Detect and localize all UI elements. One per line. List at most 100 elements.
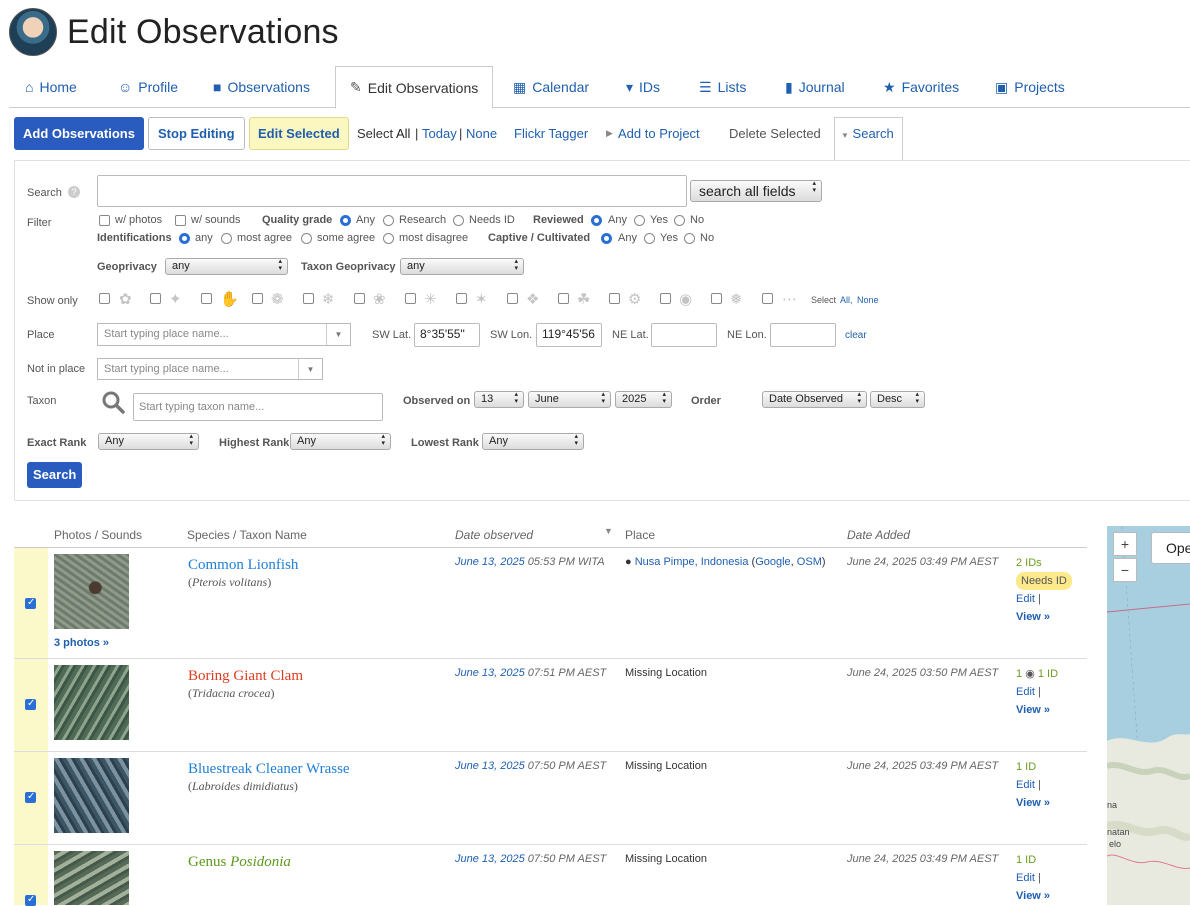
ident-some-agree-radio[interactable] [301, 233, 312, 244]
ids-count[interactable]: 1 ID [1016, 758, 1050, 776]
date-link[interactable]: June 13, 2025 [455, 667, 525, 679]
iconic-amphibians-checkbox[interactable] [303, 293, 314, 304]
row-select-checkbox[interactable] [25, 698, 36, 710]
zoom-out-button[interactable]: − [1113, 558, 1137, 582]
tab-edit-observations[interactable]: ✎ Edit Observations [335, 66, 494, 109]
observation-photo[interactable] [54, 554, 129, 629]
observed-day-select[interactable]: 13 [474, 391, 524, 408]
edit-selected-button[interactable]: Edit Selected [249, 117, 349, 150]
taxon-geoprivacy-select[interactable]: any [400, 258, 524, 275]
tab-journal[interactable]: ▮ Journal [785, 66, 845, 108]
iconic-arachnids-checkbox[interactable] [405, 293, 416, 304]
search-submit-button[interactable]: Search [27, 462, 83, 488]
date-link[interactable]: June 13, 2025 [455, 760, 525, 772]
flickr-tagger-link[interactable]: Flickr Tagger [514, 117, 588, 150]
search-scope-select[interactable]: search all fields [690, 180, 822, 202]
search-input[interactable] [97, 175, 687, 207]
common-name-link[interactable]: Genus Posidonia [188, 854, 291, 871]
quality-research-radio[interactable] [383, 215, 394, 226]
ids-count[interactable]: 1 ID [1016, 851, 1050, 869]
chevron-down-icon[interactable]: ▼ [326, 324, 350, 345]
observed-year-select[interactable]: 2025 [615, 391, 672, 408]
edit-link[interactable]: Edit [1016, 686, 1035, 698]
add-to-project-link[interactable]: Add to Project [618, 117, 700, 150]
taxon-input[interactable]: Start typing taxon name... [133, 393, 383, 421]
observed-month-select[interactable]: June [528, 391, 611, 408]
tab-lists[interactable]: ☰ Lists [699, 66, 746, 108]
row-select-checkbox[interactable] [25, 791, 36, 803]
show-only-all-link[interactable]: All, [840, 295, 853, 305]
captive-no-radio[interactable] [684, 233, 695, 244]
date-link[interactable]: June 13, 2025 [455, 556, 525, 568]
ne-lat-input[interactable] [651, 323, 717, 347]
place-input[interactable]: Start typing place name... ▼ [97, 323, 351, 346]
place-link[interactable]: Nusa Pimpe, Indonesia [635, 556, 749, 568]
tab-home[interactable]: ⌂ Home [25, 66, 77, 108]
edit-link[interactable]: Edit [1016, 872, 1035, 884]
ident-most-agree-radio[interactable] [221, 233, 232, 244]
highest-rank-select[interactable]: Any [290, 433, 391, 450]
iconic-fungi2-checkbox[interactable] [558, 293, 569, 304]
search-toggle-tab[interactable]: ▼ Search [834, 117, 903, 161]
tab-calendar[interactable]: ▦ Calendar [513, 66, 589, 108]
order-direction-select[interactable]: Desc [870, 391, 925, 408]
view-link[interactable]: View » [1016, 797, 1050, 809]
select-none-link[interactable]: None [466, 117, 497, 150]
observations-map[interactable]: + − Ope na natan elo [1107, 526, 1190, 905]
observation-photo[interactable] [54, 758, 129, 833]
iconic-reptiles-checkbox[interactable] [252, 293, 263, 304]
iconic-insects-checkbox[interactable] [456, 293, 467, 304]
view-link[interactable]: View » [1016, 704, 1050, 716]
iconic-mollusks-checkbox[interactable] [660, 293, 671, 304]
ident-any-radio[interactable] [179, 233, 190, 244]
ne-lon-input[interactable] [770, 323, 836, 347]
date-link[interactable]: June 13, 2025 [455, 853, 525, 865]
iconic-fish-checkbox[interactable] [711, 293, 722, 304]
iconic-chromista-checkbox[interactable] [609, 293, 620, 304]
common-name-link[interactable]: Boring Giant Clam [188, 668, 303, 685]
geoprivacy-select[interactable]: any [165, 258, 288, 275]
sw-lon-input[interactable]: 119°45'56 [536, 323, 602, 347]
agree-count[interactable]: 1 [1016, 668, 1022, 680]
iconic-plants-checkbox[interactable] [99, 293, 110, 304]
with-sounds-checkbox[interactable] [175, 215, 186, 226]
captive-yes-radio[interactable] [644, 233, 655, 244]
iconic-unknown-checkbox[interactable] [762, 293, 773, 304]
common-name-link[interactable]: Bluestreak Cleaner Wrasse [188, 761, 350, 778]
zoom-in-button[interactable]: + [1113, 532, 1137, 556]
tab-profile[interactable]: ☺ Profile [118, 66, 178, 108]
open-map-button[interactable]: Ope [1151, 532, 1190, 564]
quality-needs-id-radio[interactable] [453, 215, 464, 226]
stop-editing-button[interactable]: Stop Editing [148, 117, 245, 150]
help-icon[interactable]: ? [68, 186, 80, 198]
photos-count-link[interactable]: 3 photos » [54, 637, 109, 649]
with-photos-checkbox[interactable] [99, 215, 110, 226]
observation-photo[interactable] [54, 665, 129, 740]
row-select-checkbox[interactable] [25, 894, 36, 906]
observation-photo[interactable] [54, 851, 129, 905]
sw-lat-input[interactable]: 8°35'55" [414, 323, 480, 347]
not-in-place-input[interactable]: Start typing place name... ▼ [97, 358, 323, 380]
chevron-down-icon[interactable]: ▼ [298, 359, 322, 379]
iconic-fungi-checkbox[interactable] [201, 293, 212, 304]
reviewed-no-radio[interactable] [674, 215, 685, 226]
lowest-rank-select[interactable]: Any [482, 433, 584, 450]
common-name-link[interactable]: Common Lionfish [188, 557, 298, 574]
tab-ids[interactable]: ▾ IDs [626, 66, 660, 108]
tab-projects[interactable]: ▣ Projects [995, 66, 1065, 108]
avatar[interactable] [9, 8, 57, 56]
exact-rank-select[interactable]: Any [98, 433, 199, 450]
edit-link[interactable]: Edit [1016, 593, 1035, 605]
ids-count[interactable]: 1 ID [1038, 668, 1058, 680]
google-link[interactable]: Google [755, 556, 790, 568]
show-only-none-link[interactable]: None [857, 295, 879, 305]
order-by-select[interactable]: Date Observed [762, 391, 867, 408]
view-link[interactable]: View » [1016, 611, 1050, 623]
row-select-checkbox[interactable] [25, 597, 36, 609]
iconic-protozoa-checkbox[interactable] [507, 293, 518, 304]
ids-count[interactable]: 2 IDs [1016, 554, 1072, 572]
quality-any-radio[interactable] [340, 215, 351, 226]
add-observations-button[interactable]: Add Observations [14, 117, 144, 150]
iconic-birds-checkbox[interactable] [150, 293, 161, 304]
delete-selected-button[interactable]: Delete Selected [729, 117, 821, 150]
